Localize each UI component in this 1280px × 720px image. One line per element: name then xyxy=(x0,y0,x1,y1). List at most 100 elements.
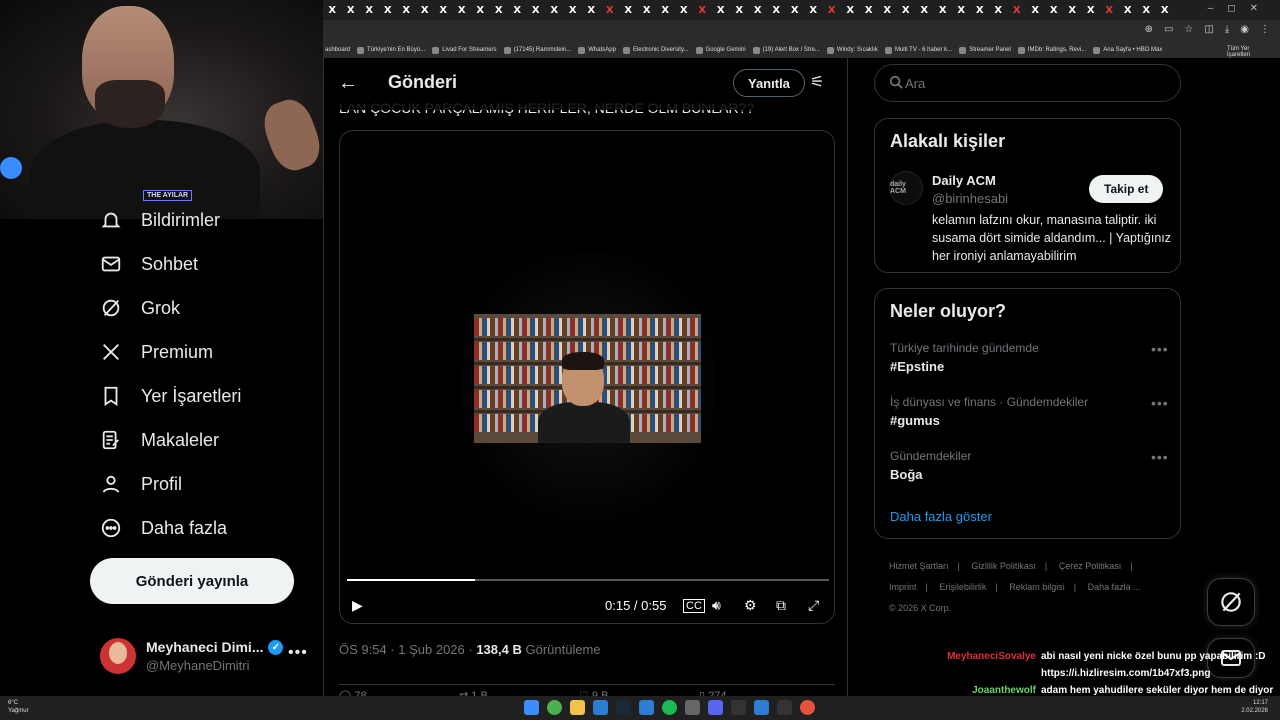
browser-tab[interactable]: X xyxy=(1082,0,1101,20)
app-icon[interactable] xyxy=(639,700,654,715)
bookmark-item[interactable]: Electronic Diversity... xyxy=(622,46,689,54)
browser-tab[interactable]: X xyxy=(545,0,564,20)
browser-tab[interactable]: X xyxy=(786,0,805,20)
browser-tab[interactable]: X xyxy=(1063,0,1082,20)
nav-item-articles[interactable]: Makaleler xyxy=(100,429,219,451)
browser-tab[interactable]: X xyxy=(1008,0,1027,20)
footer-link[interactable]: Reklam bilgisi xyxy=(1009,582,1065,592)
bookmark-item[interactable]: (19) Alert Box / Stre... xyxy=(752,46,820,54)
app-icon[interactable] xyxy=(777,700,792,715)
browser-tab[interactable]: X xyxy=(1137,0,1156,20)
browser-tab[interactable]: X xyxy=(379,0,398,20)
app-icon[interactable] xyxy=(685,700,700,715)
reply-button[interactable]: Yanıtla xyxy=(733,69,805,97)
bookmark-item[interactable]: IMDb: Ratings, Revi... xyxy=(1017,46,1086,54)
browser-tab[interactable]: X xyxy=(878,0,897,20)
browser-tab[interactable]: X xyxy=(841,0,860,20)
grok-fab-button[interactable] xyxy=(1207,578,1255,626)
spotify-icon[interactable] xyxy=(662,700,677,715)
browser-tab[interactable]: X xyxy=(693,0,712,20)
nav-item-more[interactable]: Daha fazla xyxy=(100,517,227,539)
chrome-icon[interactable] xyxy=(547,700,562,715)
volume-icon[interactable]: 🔊︎ xyxy=(712,597,721,614)
footer-link[interactable]: Erişilebilirlik xyxy=(939,582,986,592)
browser-tab[interactable]: X xyxy=(804,0,823,20)
star-icon[interactable]: ☆ xyxy=(1184,24,1193,35)
settings-sliders-icon[interactable]: ⚟ xyxy=(810,72,824,92)
browser-tab[interactable]: X xyxy=(712,0,731,20)
browser-tab[interactable]: X xyxy=(453,0,472,20)
app-icon[interactable] xyxy=(754,700,769,715)
play-icon[interactable]: ▶ xyxy=(352,597,363,614)
more-options-icon[interactable]: ••• xyxy=(1151,341,1169,357)
browser-tab[interactable]: X xyxy=(897,0,916,20)
search-box[interactable] xyxy=(874,64,1181,102)
captions-icon[interactable]: CC xyxy=(683,599,705,613)
browser-tab[interactable]: X xyxy=(1100,0,1119,20)
bookmark-item[interactable]: Multi TV - 6 haber k... xyxy=(884,46,952,54)
browser-tab[interactable]: X xyxy=(342,0,361,20)
browser-tab[interactable]: X xyxy=(767,0,786,20)
clock[interactable]: 12:17 2.02.2026 xyxy=(1241,699,1268,715)
nav-item-chat[interactable]: Sohbet xyxy=(100,253,198,275)
address-bar[interactable]: ⊕ ▭ ☆ ◫ ⤓ ◉ ⋮ xyxy=(323,20,1280,42)
pip-icon[interactable]: ⧉ xyxy=(776,597,786,614)
cast-icon[interactable]: ▭ xyxy=(1164,24,1173,35)
browser-tab[interactable]: X xyxy=(823,0,842,20)
gear-icon[interactable]: ⚙ xyxy=(744,597,757,614)
bookmark-item[interactable]: ashboard xyxy=(325,47,350,53)
browser-tab[interactable]: X xyxy=(675,0,694,20)
browser-tab[interactable]: X xyxy=(323,0,342,20)
bookmark-item[interactable]: Türkiye'nin En Büyü... xyxy=(357,46,425,54)
browser-tab[interactable]: X xyxy=(397,0,416,20)
avatar[interactable]: daily ACM xyxy=(889,171,923,205)
video-player[interactable]: ▶ 0:15 / 0:55 CC 🔊︎ ⚙ ⧉ ⤢ xyxy=(339,130,835,624)
fullscreen-icon[interactable]: ⤢ xyxy=(808,597,819,614)
browser-tab[interactable]: X xyxy=(934,0,953,20)
more-options-icon[interactable]: ••• xyxy=(1151,449,1169,465)
follow-button[interactable]: Takip et xyxy=(1089,175,1164,203)
browser-tab[interactable]: X xyxy=(1119,0,1138,20)
browser-tab[interactable]: X xyxy=(971,0,990,20)
profile-icon[interactable]: ◉ xyxy=(1240,24,1249,35)
bookmark-item[interactable]: WhatsApp xyxy=(578,46,616,54)
window-controls[interactable]: –◻✕ xyxy=(1208,3,1272,14)
browser-tab[interactable]: X xyxy=(749,0,768,20)
related-person-name[interactable]: Daily ACM xyxy=(932,173,996,188)
post-button[interactable]: Gönderi yayınla xyxy=(90,558,294,604)
browser-tab[interactable]: X xyxy=(601,0,620,20)
nav-item-premium[interactable]: Premium xyxy=(100,341,213,363)
footer-link[interactable]: Daha fazla ... xyxy=(1088,582,1141,592)
bookmark-item[interactable]: Ana Sayfa • HBO Max xyxy=(1093,46,1162,54)
footer-link[interactable]: Gizlilik Politikası xyxy=(971,561,1036,571)
browser-tab[interactable]: X xyxy=(1026,0,1045,20)
download-icon[interactable]: ⤓ xyxy=(1225,24,1229,35)
nav-item-notifications[interactable]: Bildirimler xyxy=(100,209,220,231)
folder-icon[interactable] xyxy=(570,700,585,715)
bookmark-item[interactable]: (17145) Rammstein... xyxy=(503,46,571,54)
menu-icon[interactable]: ⋮ xyxy=(1260,24,1270,35)
app-icon[interactable] xyxy=(593,700,608,715)
extensions-icon[interactable]: ◫ xyxy=(1204,24,1213,35)
browser-tab[interactable]: X xyxy=(360,0,379,20)
zoom-icon[interactable]: ⊕ xyxy=(1145,24,1153,35)
browser-tab[interactable]: X xyxy=(656,0,675,20)
footer-link[interactable]: Imprint xyxy=(889,582,917,592)
more-options-icon[interactable]: ••• xyxy=(288,644,308,662)
browser-tab[interactable]: X xyxy=(619,0,638,20)
show-more-link[interactable]: Daha fazla göster xyxy=(890,509,992,524)
browser-tab[interactable]: X xyxy=(471,0,490,20)
video-progress-bar[interactable] xyxy=(347,579,829,581)
browser-tab[interactable]: X xyxy=(638,0,657,20)
back-arrow-icon[interactable]: ← xyxy=(338,72,358,95)
browser-tab[interactable]: X xyxy=(1156,0,1175,20)
browser-tab[interactable]: X xyxy=(416,0,435,20)
browser-tab[interactable]: X xyxy=(434,0,453,20)
nav-item-bookmarks[interactable]: Yer İşaretleri xyxy=(100,385,241,407)
bookmark-item[interactable]: Google Gemini xyxy=(695,46,746,54)
start-icon[interactable] xyxy=(524,700,539,715)
browser-tab[interactable]: X xyxy=(915,0,934,20)
browser-tab[interactable]: X xyxy=(508,0,527,20)
footer-link[interactable]: Çerez Politikası xyxy=(1059,561,1122,571)
bookmark-action[interactable]: ▯ 274 xyxy=(699,689,819,696)
